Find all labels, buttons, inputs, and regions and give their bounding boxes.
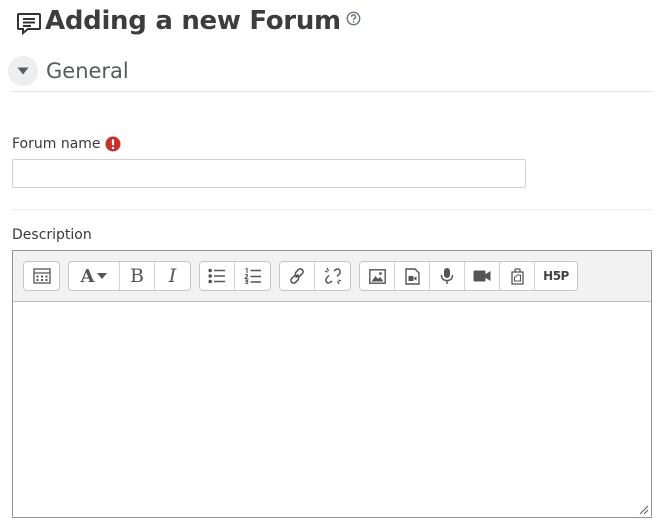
section-title: General: [46, 59, 129, 83]
page-title: Adding a new Forum: [45, 6, 341, 36]
show-more-icon: [32, 268, 51, 284]
page-header: Adding a new Forum: [16, 4, 361, 38]
font-style-icon: A: [80, 265, 95, 287]
ordered-list-icon: [243, 268, 261, 284]
italic-button[interactable]: I: [155, 262, 190, 290]
video-camera-icon: [473, 270, 491, 282]
manage-files-button[interactable]: [500, 262, 535, 290]
link-button[interactable]: [280, 262, 315, 290]
editor-toolbar: A B I H5P: [13, 251, 651, 302]
chevron-down-icon: [97, 273, 108, 279]
unlink-button[interactable]: [315, 262, 350, 290]
resize-handle-icon[interactable]: [639, 505, 649, 515]
caret-down-icon: [17, 67, 29, 75]
collapse-toggle[interactable]: [8, 56, 38, 86]
forum-icon: [17, 13, 41, 36]
forum-name-label: Forum name: [12, 136, 101, 152]
h5p-icon: H5P: [543, 269, 569, 283]
image-icon: [368, 268, 386, 284]
divider: [12, 209, 652, 210]
h5p-button[interactable]: H5P: [535, 262, 577, 290]
forum-name-label-row: Forum name: [12, 136, 121, 152]
description-editor[interactable]: A B I H5P: [12, 250, 652, 518]
media-icon: [404, 267, 420, 285]
toolbar-group-5: H5P: [359, 261, 578, 291]
manage-files-icon: [510, 267, 524, 285]
italic-icon: I: [168, 265, 177, 287]
toolbar-group-4: [279, 261, 351, 291]
font-style-button[interactable]: A: [69, 262, 120, 290]
help-icon[interactable]: [346, 11, 361, 26]
divider: [12, 91, 652, 92]
record-audio-button[interactable]: [430, 262, 465, 290]
ordered-list-button[interactable]: [235, 262, 270, 290]
media-button[interactable]: [395, 262, 430, 290]
section-header-general[interactable]: General: [8, 56, 129, 86]
toolbar-group-2: A B I: [68, 261, 191, 291]
unlink-icon: [324, 267, 341, 285]
microphone-icon: [440, 268, 454, 284]
toolbar-group-3: [199, 261, 271, 291]
forum-name-input[interactable]: [12, 159, 526, 188]
link-icon: [290, 268, 304, 284]
bold-button[interactable]: B: [120, 262, 155, 290]
description-label: Description: [12, 227, 92, 243]
unordered-list-button[interactable]: [200, 262, 235, 290]
record-video-button[interactable]: [465, 262, 500, 290]
show-more-button[interactable]: [24, 262, 59, 290]
toolbar-group-1: [23, 261, 60, 291]
required-icon: [105, 136, 121, 152]
bold-icon: B: [130, 265, 144, 287]
editor-content-area[interactable]: [13, 302, 651, 517]
unordered-list-icon: [208, 268, 225, 284]
image-button[interactable]: [360, 262, 395, 290]
